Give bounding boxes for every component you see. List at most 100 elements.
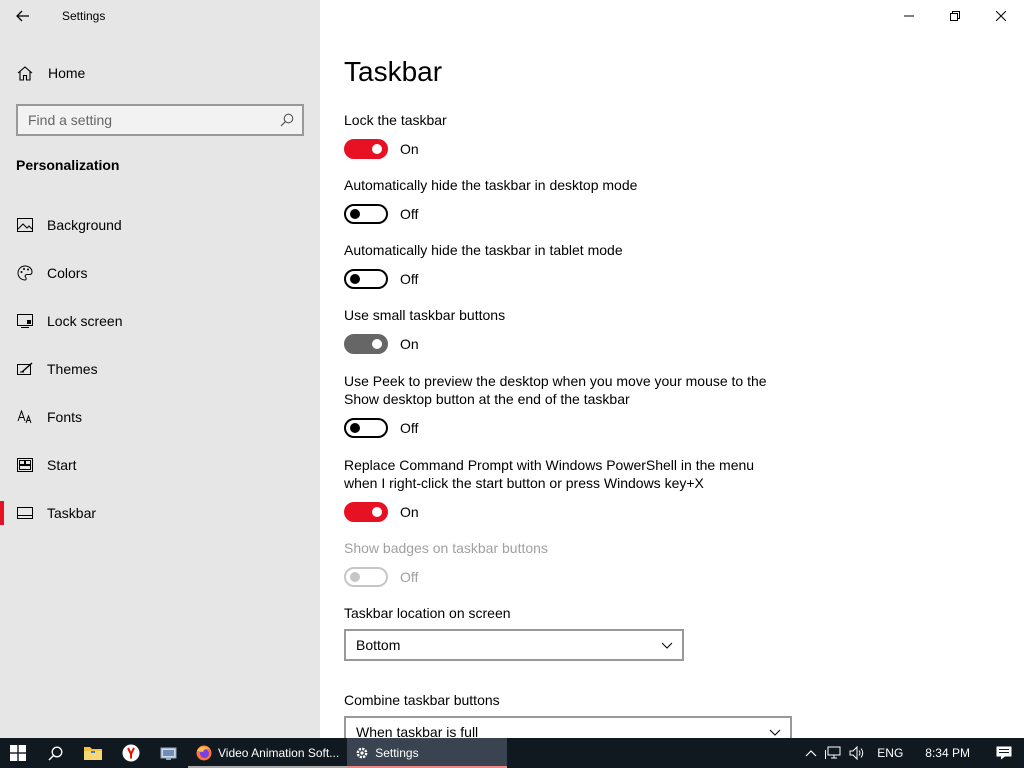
folder-icon xyxy=(84,747,102,760)
location-dropdown[interactable]: Bottom xyxy=(344,629,684,661)
setting-combine: Combine taskbar buttons xyxy=(344,691,804,709)
network-icon xyxy=(825,746,841,759)
lock-taskbar-toggle[interactable] xyxy=(344,139,388,159)
speaker-icon xyxy=(849,746,864,760)
toggle-state: Off xyxy=(400,206,419,222)
sidebar-item-themes[interactable]: Themes xyxy=(0,345,320,393)
search-box[interactable] xyxy=(16,104,304,136)
setting-autohide-desktop: Automatically hide the taskbar in deskto… xyxy=(344,176,804,224)
taskbar-app-video-animation[interactable]: Video Animation Soft... xyxy=(188,738,348,768)
back-button[interactable] xyxy=(0,0,46,32)
sidebar-item-label: Background xyxy=(47,217,122,233)
small-buttons-toggle[interactable] xyxy=(344,334,388,354)
monitor-icon xyxy=(160,747,177,760)
chevron-down-icon xyxy=(760,729,790,736)
setting-peek: Use Peek to preview the desktop when you… xyxy=(344,372,784,438)
app-title: Settings xyxy=(62,9,106,23)
toggle-state: On xyxy=(400,141,419,157)
setting-label: Lock the taskbar xyxy=(344,112,447,128)
sidebar-item-taskbar[interactable]: Taskbar xyxy=(0,489,320,537)
toggle-state: Off xyxy=(400,420,419,436)
peek-toggle[interactable] xyxy=(344,418,388,438)
search-icon xyxy=(47,746,62,761)
setting-label: Show badges on taskbar buttons xyxy=(344,540,548,556)
sidebar-item-label: Colors xyxy=(47,265,88,281)
combine-label: Combine taskbar buttons xyxy=(344,692,500,708)
clock[interactable]: 8:34 PM xyxy=(911,738,984,768)
lock-screen-icon xyxy=(16,314,34,328)
windows-logo-icon xyxy=(10,745,26,761)
sidebar-item-label: Fonts xyxy=(47,409,83,425)
sidebar-item-label: Taskbar xyxy=(47,505,97,521)
taskbar-search-button[interactable] xyxy=(36,738,74,768)
search-icon[interactable] xyxy=(272,113,302,127)
combine-dropdown[interactable]: When taskbar is full xyxy=(344,716,792,738)
network-button[interactable] xyxy=(821,738,845,768)
home-icon xyxy=(16,65,34,81)
autohide-desktop-toggle[interactable] xyxy=(344,204,388,224)
taskbar-icon xyxy=(16,507,34,519)
volume-button[interactable] xyxy=(845,738,869,768)
combine-value: When taskbar is full xyxy=(356,724,479,738)
setting-label: Automatically hide the taskbar in tablet… xyxy=(344,242,623,258)
setting-location: Taskbar location on screen xyxy=(344,604,804,622)
powershell-toggle[interactable] xyxy=(344,502,388,522)
file-explorer-button[interactable] xyxy=(74,738,112,768)
main-content: Taskbar Lock the taskbar On Automaticall… xyxy=(344,0,1024,738)
sidebar-item-label: Lock screen xyxy=(47,313,123,329)
system-tray: ENG 8:34 PM xyxy=(801,738,1024,768)
setting-powershell: Replace Command Prompt with Windows Powe… xyxy=(344,456,764,522)
start-button[interactable] xyxy=(0,738,36,768)
chevron-up-icon xyxy=(805,750,817,757)
autohide-tablet-toggle[interactable] xyxy=(344,269,388,289)
start-icon xyxy=(16,458,34,472)
palette-icon xyxy=(16,265,34,281)
themes-icon xyxy=(16,361,34,377)
show-hidden-icons-button[interactable] xyxy=(801,738,821,768)
setting-small-buttons: Use small taskbar buttons On xyxy=(344,306,804,354)
sidebar-item-label: Themes xyxy=(47,361,98,377)
sidebar-item-lock-screen[interactable]: Lock screen xyxy=(0,297,320,345)
title-bar: Settings xyxy=(0,0,320,32)
home-label: Home xyxy=(48,65,86,81)
badges-toggle xyxy=(344,567,388,587)
location-label: Taskbar location on screen xyxy=(344,605,511,621)
home-nav-item[interactable]: Home xyxy=(0,56,320,90)
setting-label: Automatically hide the taskbar in deskto… xyxy=(344,177,638,193)
taskbar-app-label: Video Animation Soft... xyxy=(218,746,340,760)
toggle-state: Off xyxy=(400,271,419,287)
setting-badges: Show badges on taskbar buttons Off xyxy=(344,539,804,587)
setting-label: Use small taskbar buttons xyxy=(344,307,506,323)
setting-label: Use Peek to preview the desktop when you… xyxy=(344,373,767,407)
setting-autohide-tablet: Automatically hide the taskbar in tablet… xyxy=(344,241,804,289)
sidebar-item-colors[interactable]: Colors xyxy=(0,249,320,297)
toggle-state: On xyxy=(400,336,419,352)
taskbar-app-settings[interactable]: Settings xyxy=(347,738,508,768)
remote-desktop-button[interactable] xyxy=(150,738,188,768)
setting-label: Replace Command Prompt with Windows Powe… xyxy=(344,457,755,491)
toggle-state: Off xyxy=(400,569,419,585)
windows-taskbar: Video Animation Soft... Settings ENG 8:3… xyxy=(0,738,1024,768)
sidebar-item-start[interactable]: Start xyxy=(0,441,320,489)
taskbar-app-label: Settings xyxy=(375,746,419,760)
section-title: Personalization xyxy=(16,157,120,173)
sidebar-nav: Background Colors Lock screen Themes Fon… xyxy=(0,201,320,537)
action-center-button[interactable] xyxy=(984,738,1024,768)
gear-icon xyxy=(356,747,368,759)
sidebar-item-label: Start xyxy=(47,457,77,473)
language-indicator[interactable]: ENG xyxy=(869,738,911,768)
chevron-down-icon xyxy=(652,642,682,649)
sidebar: Settings Home Personalization xyxy=(0,0,320,738)
fonts-icon xyxy=(16,410,34,424)
sidebar-item-background[interactable]: Background xyxy=(0,201,320,249)
search-input[interactable] xyxy=(28,112,272,128)
page-title: Taskbar xyxy=(344,56,443,87)
back-arrow-icon xyxy=(16,10,29,22)
setting-lock-taskbar: Lock the taskbar On xyxy=(344,111,804,159)
settings-window: Settings Home Personalization xyxy=(0,0,1024,738)
yandex-icon xyxy=(122,744,140,762)
sidebar-item-fonts[interactable]: Fonts xyxy=(0,393,320,441)
yandex-browser-button[interactable] xyxy=(112,738,150,768)
toggle-state: On xyxy=(400,504,419,520)
notification-icon xyxy=(996,746,1012,760)
